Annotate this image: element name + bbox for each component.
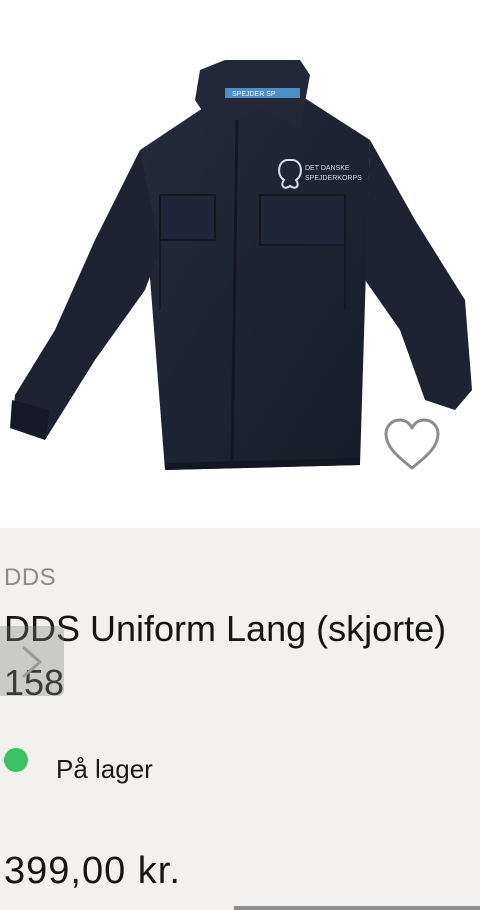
stock-status: På lager bbox=[4, 744, 304, 784]
stock-status-text: På lager bbox=[56, 754, 153, 784]
product-image[interactable]: SPEJDER SP DET DANSKE SPEJDERKORPS bbox=[0, 0, 480, 528]
collar-label: SPEJDER SP bbox=[232, 91, 276, 98]
carousel-next-button[interactable] bbox=[0, 626, 64, 696]
product-brand[interactable]: DDS bbox=[4, 564, 56, 592]
logo-line-1: DET DANSKE bbox=[305, 165, 350, 172]
stock-indicator-dot bbox=[4, 748, 28, 772]
product-title: DDS Uniform Lang (skjorte) 158 bbox=[4, 608, 447, 703]
heart-outline-icon bbox=[384, 418, 440, 470]
favorite-button[interactable] bbox=[382, 416, 442, 472]
chevron-right-icon bbox=[22, 646, 42, 678]
product-price: 399,00 kr. bbox=[4, 850, 181, 892]
logo-line-2: SPEJDERKORPS bbox=[305, 175, 362, 182]
scroll-indicator bbox=[234, 906, 480, 910]
